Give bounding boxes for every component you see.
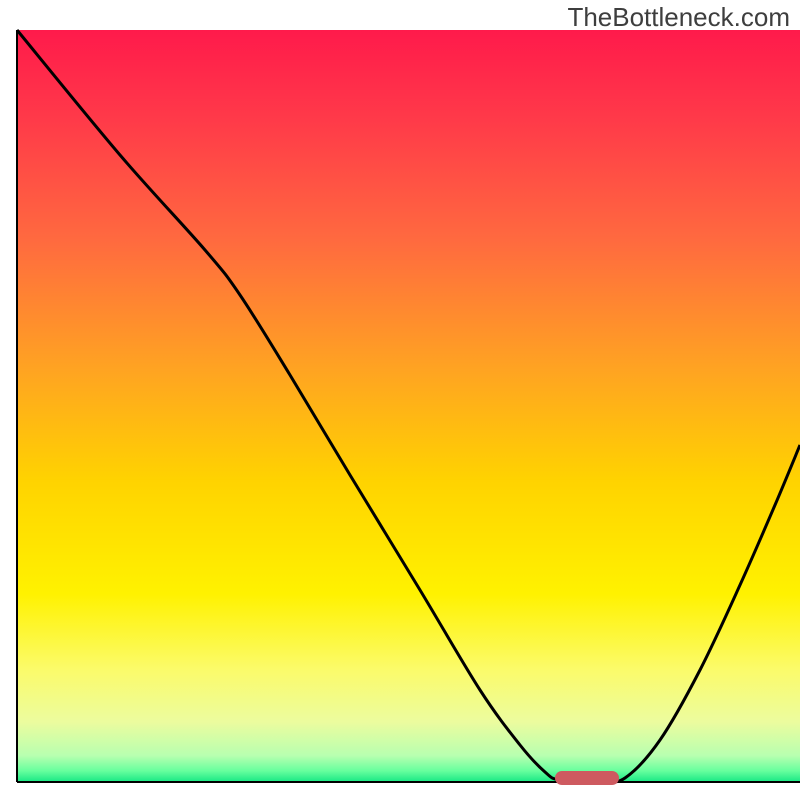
gradient-background: [17, 30, 800, 782]
bottleneck-plot: [0, 0, 800, 800]
optimal-marker: [555, 771, 619, 785]
chart-container: TheBottleneck.com: [0, 0, 800, 800]
